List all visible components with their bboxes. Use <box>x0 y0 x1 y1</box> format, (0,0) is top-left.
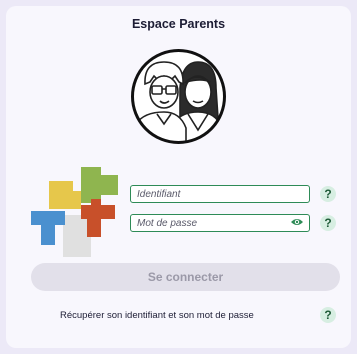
help-icon[interactable]: ? <box>320 307 336 323</box>
help-icon[interactable]: ? <box>320 215 336 231</box>
help-icon[interactable]: ? <box>320 186 336 202</box>
eye-icon[interactable] <box>290 217 304 227</box>
login-button[interactable]: Se connecter <box>31 263 340 291</box>
parents-avatar-icon <box>131 49 226 144</box>
school-logo-icon <box>31 167 118 257</box>
username-field[interactable] <box>130 185 310 203</box>
password-field[interactable] <box>130 214 310 232</box>
recover-credentials-link[interactable]: Récupérer son identifiant et son mot de … <box>60 310 254 321</box>
page-title: Espace Parents <box>131 17 226 31</box>
